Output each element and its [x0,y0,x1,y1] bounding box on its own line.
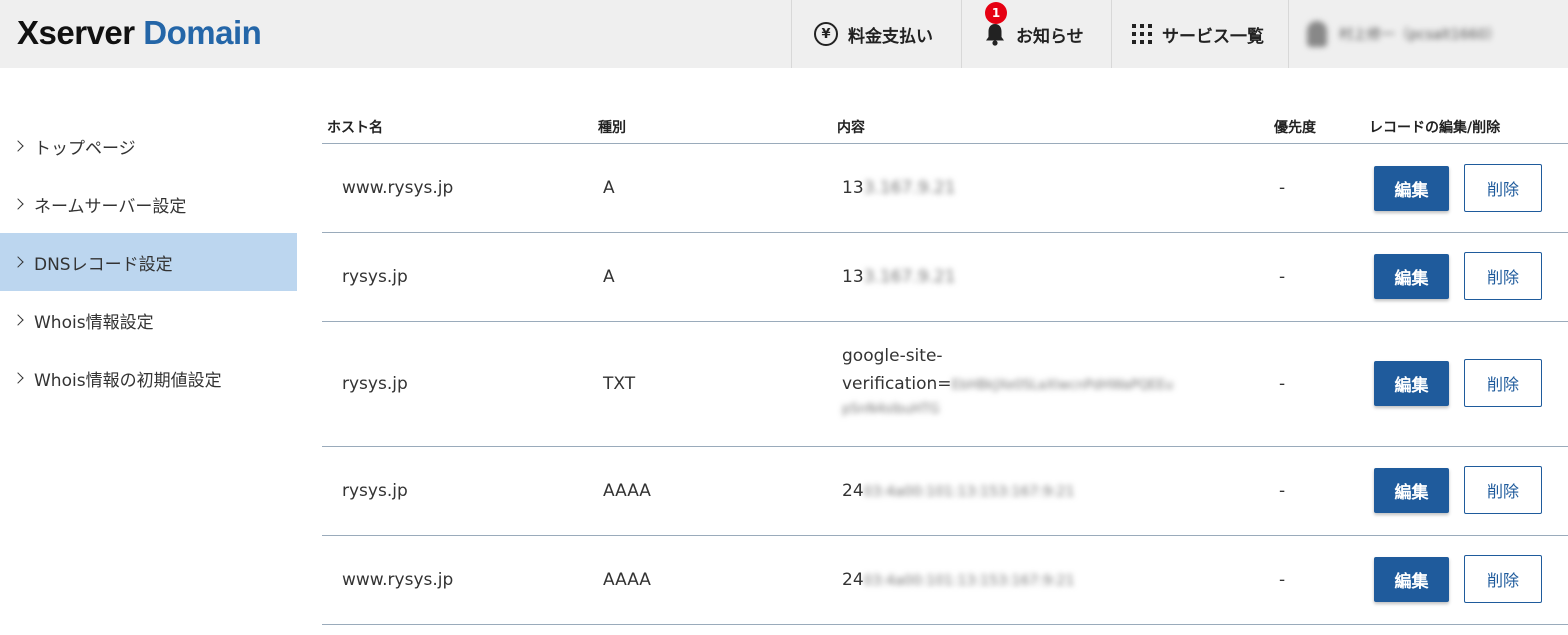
top-header: Xserver Domain ¥ 料金支払い お知らせ サービス一覧 村上修一（… [0,0,1568,68]
cell-host: www.rysys.jp [342,178,454,198]
sidebar-item-dns-record[interactable]: DNSレコード設定 [0,233,297,291]
chevron-right-icon [12,314,24,326]
yen-circle-icon: ¥ [814,22,838,46]
notification-count: 1 [985,2,1007,24]
nav-news[interactable]: お知らせ [961,0,1111,68]
header-host: ホスト名 [327,120,383,136]
cell-content: 2403:4a00:101:13:153:167:9:21 [842,570,1074,590]
edit-button[interactable]: 編集 [1374,254,1449,299]
xserver-domain-logo[interactable]: Xserver Domain [17,14,262,52]
delete-button[interactable]: 削除 [1464,164,1542,212]
sidebar-item-label: DNSレコード設定 [34,254,173,275]
delete-button[interactable]: 削除 [1464,555,1542,603]
chevron-right-icon [12,140,24,152]
user-info: 村上修一（pcsalt1660） [1307,21,1500,47]
chevron-right-icon [12,198,24,210]
content-blurred: 03:4a00:101:13:153:167:9:21 [863,573,1075,589]
table-row: rysys.jp TXT google-site- verification=E… [322,322,1568,447]
sidebar-item-label: Whois情報の初期値設定 [34,370,222,391]
logo-domain: Domain [143,14,262,51]
content-visible: verification= [842,374,952,394]
dns-record-table: ホスト名 種別 内容 優先度 レコードの編集/削除 www.rysys.jp A… [322,108,1568,625]
chevron-right-icon [12,372,24,384]
table-row: www.rysys.jp A 133.167.9.21 - 編集 削除 [322,144,1568,233]
cell-content: 133.167.9.21 [842,267,956,287]
table-row: www.rysys.jp AAAA 2403:4a00:101:13:153:1… [322,536,1568,625]
table-row: rysys.jp A 133.167.9.21 - 編集 削除 [322,233,1568,322]
cell-type: AAAA [603,570,651,590]
user-avatar-icon [1307,21,1327,47]
delete-button[interactable]: 削除 [1464,252,1542,300]
nav-fee-payment[interactable]: ¥ 料金支払い [791,0,961,68]
chevron-right-icon [12,256,24,268]
cell-type: AAAA [603,481,651,501]
cell-content-line1: google-site- [842,346,943,366]
header-actions: レコードの編集/削除 [1369,120,1501,136]
delete-button[interactable]: 削除 [1464,466,1542,514]
bell-icon [984,22,1006,46]
cell-type: TXT [603,374,636,394]
edit-button[interactable]: 編集 [1374,468,1449,513]
nav-services-label: サービス一覧 [1162,26,1264,47]
logo-xserver: Xserver [17,14,135,51]
edit-button[interactable]: 編集 [1374,166,1449,211]
edit-button[interactable]: 編集 [1374,557,1449,602]
content-visible: 13 [842,267,864,287]
cell-host: rysys.jp [342,267,408,287]
header-nav: ¥ 料金支払い お知らせ サービス一覧 村上修一（pcsalt1660） [791,0,1568,68]
user-name: 村上修一（pcsalt1660） [1339,27,1501,43]
nav-fee-label: 料金支払い [848,26,933,47]
header-type: 種別 [598,120,626,136]
sidebar-item-label: Whois情報設定 [34,312,154,333]
header-priority: 優先度 [1274,120,1316,136]
cell-content-line3: pSnN4sIbuHTG [842,402,940,417]
content-blurred: 03:4a00:101:13:153:167:9:21 [863,484,1075,500]
sidebar-item-whois-default[interactable]: Whois情報の初期値設定 [0,349,297,407]
cell-host: rysys.jp [342,374,408,394]
cell-content-line2: verification=EbHBkJXe0SLaXlwcnPdHWaPQEEu [842,374,1173,394]
table-row: rysys.jp AAAA 2403:4a00:101:13:153:167:9… [322,447,1568,536]
table-header: ホスト名 種別 内容 優先度 レコードの編集/削除 [322,108,1568,144]
grid-icon [1132,24,1152,44]
cell-host: www.rysys.jp [342,570,454,590]
cell-type: A [603,178,615,198]
content-visible: 13 [842,178,864,198]
delete-button[interactable]: 削除 [1464,359,1542,407]
sidebar: トップページ ネームサーバー設定 DNSレコード設定 Whois情報設定 Who… [0,117,297,407]
cell-priority: - [1279,374,1286,394]
edit-button[interactable]: 編集 [1374,361,1449,406]
cell-type: A [603,267,615,287]
content-blurred: 3.167.9.21 [863,267,956,287]
content-visible: 24 [842,481,864,501]
cell-priority: - [1279,178,1286,198]
header-content: 内容 [837,120,865,136]
cell-priority: - [1279,267,1286,287]
content-blurred: 3.167.9.21 [863,178,956,198]
cell-content: 2403:4a00:101:13:153:167:9:21 [842,481,1074,501]
sidebar-item-nameserver[interactable]: ネームサーバー設定 [0,175,297,233]
sidebar-item-whois[interactable]: Whois情報設定 [0,291,297,349]
cell-priority: - [1279,481,1286,501]
cell-host: rysys.jp [342,481,408,501]
sidebar-item-label: トップページ [34,138,136,159]
nav-user-account[interactable]: 村上修一（pcsalt1660） [1288,0,1568,68]
content-visible: 24 [842,570,864,590]
cell-priority: - [1279,570,1286,590]
nav-news-label: お知らせ [1016,26,1084,47]
cell-content: 133.167.9.21 [842,178,956,198]
nav-services[interactable]: サービス一覧 [1111,0,1288,68]
content-blurred: EbHBkJXe0SLaXlwcnPdHWaPQEEu [951,378,1174,393]
sidebar-item-label: ネームサーバー設定 [34,196,187,217]
sidebar-item-top-page[interactable]: トップページ [0,117,297,175]
